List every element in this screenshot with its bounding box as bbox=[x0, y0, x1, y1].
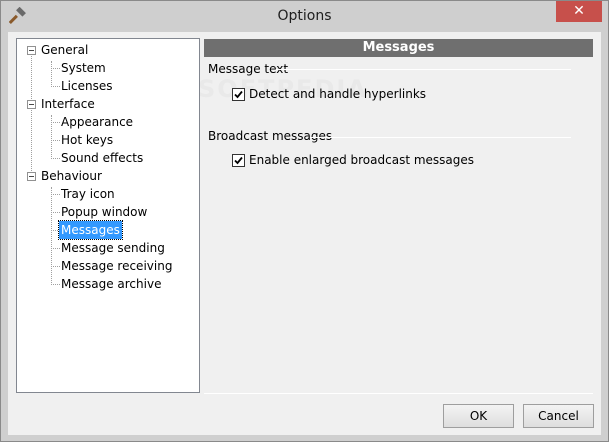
group-divider bbox=[276, 69, 571, 70]
group-divider bbox=[310, 137, 571, 138]
option-detect-hyperlinks[interactable]: Detect and handle hyperlinks bbox=[232, 86, 426, 102]
close-button[interactable]: ✕ bbox=[556, 1, 602, 22]
tree-item-general[interactable]: General bbox=[39, 41, 90, 59]
tree-item-behaviour[interactable]: Behaviour bbox=[39, 167, 104, 185]
option-enlarged-broadcast[interactable]: Enable enlarged broadcast messages bbox=[232, 152, 474, 168]
tree-item-messages[interactable]: Messages bbox=[58, 220, 123, 240]
tree-item-interface[interactable]: Interface bbox=[39, 95, 97, 113]
tree-item-sound-effects[interactable]: Sound effects bbox=[59, 149, 145, 167]
ok-button[interactable]: OK bbox=[443, 404, 514, 428]
tree-item-licenses[interactable]: Licenses bbox=[59, 77, 115, 95]
checkbox-enlarged-broadcast[interactable] bbox=[232, 153, 245, 167]
expander-behaviour[interactable] bbox=[27, 172, 36, 181]
checkbox-detect-hyperlinks[interactable] bbox=[232, 87, 245, 101]
window-title: Options bbox=[277, 8, 332, 24]
group-label-broadcast: Broadcast messages bbox=[208, 129, 333, 143]
pane-header: Messages bbox=[204, 39, 593, 57]
option-label: Enable enlarged broadcast messages bbox=[249, 153, 475, 167]
checkmark-icon bbox=[234, 90, 243, 98]
title-bar[interactable]: Options ✕ bbox=[1, 1, 608, 32]
tree-item-tray-icon[interactable]: Tray icon bbox=[59, 185, 117, 203]
footer-divider bbox=[204, 393, 593, 394]
tree-item-popup-window[interactable]: Popup window bbox=[59, 203, 149, 221]
options-tree[interactable]: General System Licenses Interface Appear… bbox=[16, 38, 200, 393]
expander-interface[interactable] bbox=[27, 100, 36, 109]
tree-item-message-archive[interactable]: Message archive bbox=[59, 275, 163, 293]
cancel-button[interactable]: Cancel bbox=[523, 404, 594, 428]
tree-item-hot-keys[interactable]: Hot keys bbox=[59, 131, 115, 149]
tree-item-system[interactable]: System bbox=[59, 59, 108, 77]
tree-item-message-receiving[interactable]: Message receiving bbox=[59, 257, 174, 275]
checkmark-icon bbox=[234, 156, 243, 164]
tree-item-appearance[interactable]: Appearance bbox=[59, 113, 135, 131]
options-window: Options ✕ SOFTPEDIA General System Licen bbox=[0, 0, 609, 442]
dialog-client-area: SOFTPEDIA General System Licenses Interf… bbox=[8, 32, 601, 435]
expander-general[interactable] bbox=[27, 46, 36, 55]
tree-item-message-sending[interactable]: Message sending bbox=[59, 239, 167, 257]
option-label: Detect and handle hyperlinks bbox=[249, 87, 427, 101]
